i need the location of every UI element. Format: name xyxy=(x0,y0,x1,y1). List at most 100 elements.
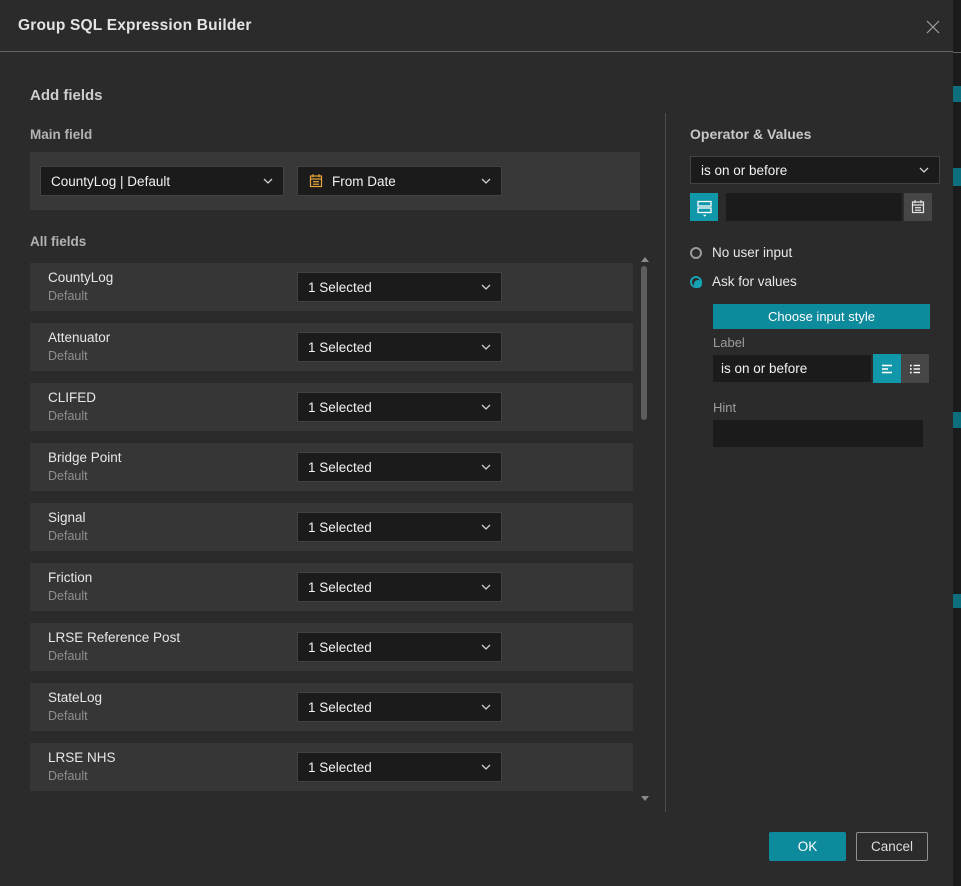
calendar-icon xyxy=(308,173,324,189)
radio-icon xyxy=(690,247,702,259)
calendar-icon xyxy=(910,199,926,215)
field-selection-select[interactable]: 1 Selected xyxy=(297,452,502,482)
close-icon xyxy=(924,18,942,36)
add-fields-heading: Add fields xyxy=(30,87,103,104)
close-button[interactable] xyxy=(921,15,945,39)
radio-ask-for-values[interactable]: Ask for values xyxy=(690,274,797,289)
panel-divider xyxy=(665,113,666,812)
chevron-down-icon xyxy=(481,178,491,184)
date-field-select[interactable]: From Date xyxy=(297,166,502,196)
all-fields-list: CountyLog Default 1 Selected Attenuator … xyxy=(30,263,633,796)
field-row: CountyLog Default 1 Selected xyxy=(30,263,633,311)
field-name: Attenuator xyxy=(48,330,110,345)
field-selection-value: 1 Selected xyxy=(308,640,372,655)
field-name: Signal xyxy=(48,510,86,525)
chevron-down-icon xyxy=(263,178,273,184)
align-left-lines-icon xyxy=(879,361,895,377)
field-selection-value: 1 Selected xyxy=(308,580,372,595)
layer-select-value: CountyLog | Default xyxy=(51,174,170,189)
field-selection-value: 1 Selected xyxy=(308,760,372,775)
field-name: CountyLog xyxy=(48,270,113,285)
field-type: Default xyxy=(48,709,88,723)
field-selection-value: 1 Selected xyxy=(308,340,372,355)
scroll-up-icon[interactable] xyxy=(641,257,649,262)
field-type: Default xyxy=(48,349,88,363)
chevron-down-icon xyxy=(481,404,491,410)
field-name: Bridge Point xyxy=(48,450,122,465)
field-row: CLIFED Default 1 Selected xyxy=(30,383,633,431)
radio-label: Ask for values xyxy=(712,274,797,289)
field-selection-select[interactable]: 1 Selected xyxy=(297,572,502,602)
stacked-values-icon xyxy=(695,198,714,217)
ok-button[interactable]: OK xyxy=(769,832,846,861)
field-selection-select[interactable]: 1 Selected xyxy=(297,512,502,542)
scroll-down-icon[interactable] xyxy=(641,796,649,801)
all-fields-heading: All fields xyxy=(30,234,86,249)
unique-values-button[interactable] xyxy=(690,193,718,221)
field-type: Default xyxy=(48,289,88,303)
bullet-list-icon xyxy=(907,361,923,377)
background-app-edge xyxy=(953,0,961,886)
field-row: LRSE NHS Default 1 Selected xyxy=(30,743,633,791)
chevron-down-icon xyxy=(481,344,491,350)
field-selection-select[interactable]: 1 Selected xyxy=(297,332,502,362)
field-name: StateLog xyxy=(48,690,102,705)
operator-values-heading: Operator & Values xyxy=(690,126,811,142)
field-row: Attenuator Default 1 Selected xyxy=(30,323,633,371)
chevron-down-icon xyxy=(481,704,491,710)
dialog-titlebar: Group SQL Expression Builder xyxy=(0,0,953,52)
label-input[interactable] xyxy=(713,355,871,382)
field-name: Friction xyxy=(48,570,92,585)
chevron-down-icon xyxy=(481,284,491,290)
field-selection-value: 1 Selected xyxy=(308,280,372,295)
field-type: Default xyxy=(48,529,88,543)
choose-input-style-button[interactable]: Choose input style xyxy=(713,304,930,329)
field-row: LRSE Reference Post Default 1 Selected xyxy=(30,623,633,671)
field-selection-select[interactable]: 1 Selected xyxy=(297,272,502,302)
field-type: Default xyxy=(48,469,88,483)
value-input[interactable] xyxy=(726,193,902,221)
field-selection-select[interactable]: 1 Selected xyxy=(297,392,502,422)
field-selection-value: 1 Selected xyxy=(308,460,372,475)
field-row: Signal Default 1 Selected xyxy=(30,503,633,551)
single-line-style-button[interactable] xyxy=(873,354,901,383)
cancel-button[interactable]: Cancel xyxy=(856,832,928,861)
date-picker-button[interactable] xyxy=(904,193,932,221)
field-type: Default xyxy=(48,769,88,783)
hint-field-label: Hint xyxy=(713,400,736,415)
field-row: StateLog Default 1 Selected xyxy=(30,683,633,731)
chevron-down-icon xyxy=(481,764,491,770)
chevron-down-icon xyxy=(481,524,491,530)
main-field-heading: Main field xyxy=(30,127,92,142)
operator-select[interactable]: is on or before xyxy=(690,156,940,184)
field-selection-value: 1 Selected xyxy=(308,400,372,415)
hint-input[interactable] xyxy=(713,420,923,447)
main-field-panel: CountyLog | Default From Date xyxy=(30,152,640,210)
fields-list-scrollbar[interactable] xyxy=(637,253,651,805)
field-type: Default xyxy=(48,409,88,423)
field-name: CLIFED xyxy=(48,390,96,405)
field-name: LRSE Reference Post xyxy=(48,630,180,645)
label-field-label: Label xyxy=(713,335,745,350)
field-selection-value: 1 Selected xyxy=(308,700,372,715)
field-selection-value: 1 Selected xyxy=(308,520,372,535)
dialog-title: Group SQL Expression Builder xyxy=(0,17,252,35)
field-row: Friction Default 1 Selected xyxy=(30,563,633,611)
chevron-down-icon xyxy=(919,167,929,173)
scrollbar-thumb[interactable] xyxy=(641,266,647,420)
radio-icon xyxy=(690,276,702,288)
chevron-down-icon xyxy=(481,584,491,590)
field-type: Default xyxy=(48,589,88,603)
radio-label: No user input xyxy=(712,245,792,260)
chevron-down-icon xyxy=(481,644,491,650)
field-selection-select[interactable]: 1 Selected xyxy=(297,692,502,722)
screen: Group SQL Expression Builder Add fields … xyxy=(0,0,961,886)
chevron-down-icon xyxy=(481,464,491,470)
field-selection-select[interactable]: 1 Selected xyxy=(297,752,502,782)
field-selection-select[interactable]: 1 Selected xyxy=(297,632,502,662)
layer-select[interactable]: CountyLog | Default xyxy=(40,166,284,196)
date-field-select-value: From Date xyxy=(332,174,396,189)
field-name: LRSE NHS xyxy=(48,750,116,765)
radio-no-user-input[interactable]: No user input xyxy=(690,245,792,260)
list-style-button[interactable] xyxy=(901,354,929,383)
